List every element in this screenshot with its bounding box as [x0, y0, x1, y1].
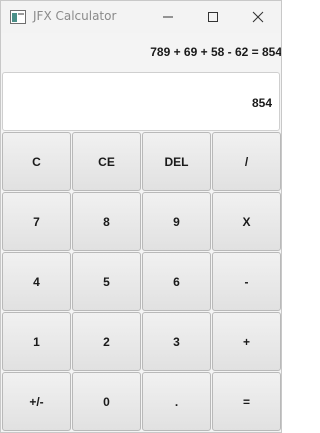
subtract-button[interactable]: -: [212, 252, 281, 311]
calculator-window: JFX Calculator 789 + 69 + 58 - 62 = 854 …: [0, 0, 282, 433]
clear-entry-button[interactable]: CE: [72, 132, 141, 191]
digit-3-button[interactable]: 3: [142, 312, 211, 371]
maximize-icon: [208, 12, 218, 22]
keypad: C CE DEL / 7 8 9 X 4 5 6 - 1 2 3 + +/- 0…: [1, 131, 281, 432]
maximize-button[interactable]: [190, 1, 236, 33]
result-display: 854: [2, 72, 280, 131]
digit-9-button[interactable]: 9: [142, 192, 211, 251]
digit-2-button[interactable]: 2: [72, 312, 141, 371]
window-title: JFX Calculator: [33, 9, 117, 23]
close-icon: [252, 11, 264, 23]
digit-8-button[interactable]: 8: [72, 192, 141, 251]
decimal-point-button[interactable]: .: [142, 372, 211, 431]
minimize-icon: [163, 16, 173, 18]
app-icon: [10, 10, 26, 24]
multiply-button[interactable]: X: [212, 192, 281, 251]
digit-4-button[interactable]: 4: [2, 252, 71, 311]
digit-6-button[interactable]: 6: [142, 252, 211, 311]
title-bar: JFX Calculator: [1, 1, 281, 33]
equals-button[interactable]: =: [212, 372, 281, 431]
clear-button[interactable]: C: [2, 132, 71, 191]
digit-7-button[interactable]: 7: [2, 192, 71, 251]
digit-0-button[interactable]: 0: [72, 372, 141, 431]
expression-line: 789 + 69 + 58 - 62 = 854: [1, 33, 281, 71]
result-text: 854: [251, 96, 272, 110]
digit-5-button[interactable]: 5: [72, 252, 141, 311]
minimize-button[interactable]: [145, 1, 191, 33]
divide-button[interactable]: /: [212, 132, 281, 191]
delete-button[interactable]: DEL: [142, 132, 211, 191]
expression-text: 789 + 69 + 58 - 62 = 854: [150, 45, 282, 59]
digit-1-button[interactable]: 1: [2, 312, 71, 371]
add-button[interactable]: +: [212, 312, 281, 371]
close-button[interactable]: [235, 1, 281, 33]
negate-button[interactable]: +/-: [2, 372, 71, 431]
